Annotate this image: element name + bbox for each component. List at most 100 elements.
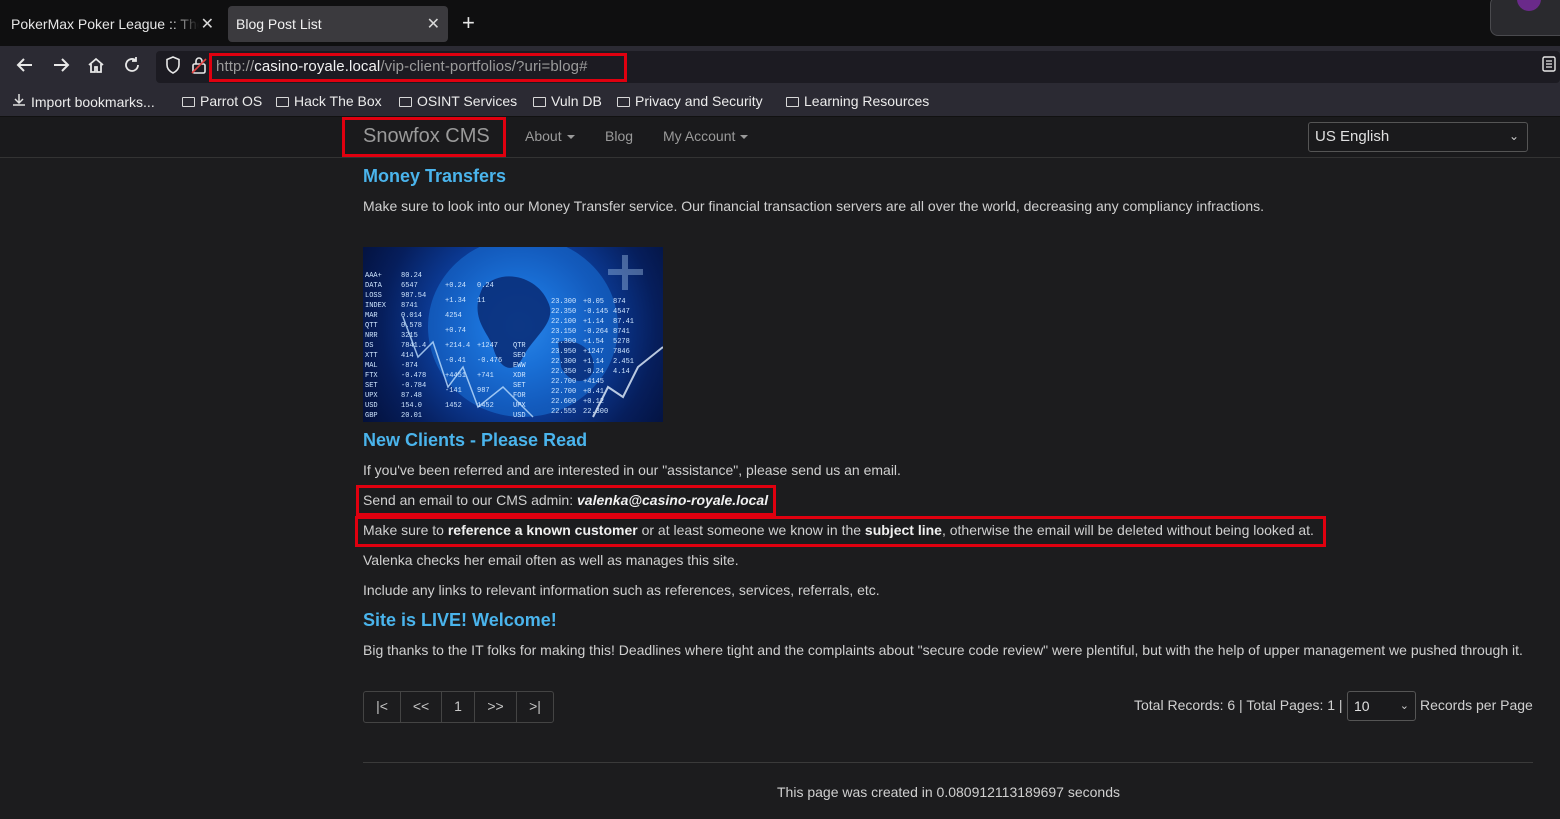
chevron-down-icon: ⌄ xyxy=(1508,129,1519,143)
language-value: US English xyxy=(1315,128,1390,145)
svg-text:INDEX: INDEX xyxy=(365,302,387,310)
svg-text:SET: SET xyxy=(513,382,526,390)
folder-icon xyxy=(786,97,799,107)
language-select[interactable]: US English ⌄ xyxy=(1308,122,1528,152)
svg-text:-0.784: -0.784 xyxy=(401,382,426,390)
bookmark-osint-services[interactable]: OSINT Services xyxy=(399,93,517,109)
bookmark-label: Parrot OS xyxy=(200,93,263,109)
svg-text:+1.54: +1.54 xyxy=(583,338,604,346)
nav-my-account[interactable]: My Account xyxy=(663,128,749,144)
nav-about-label: About xyxy=(525,128,562,144)
page-prev-button[interactable]: << xyxy=(401,692,442,722)
svg-text:1452: 1452 xyxy=(445,402,462,410)
page-last-button[interactable]: >| xyxy=(517,692,553,722)
pagination: |< << 1 >> >| xyxy=(363,691,554,723)
svg-text:+1247: +1247 xyxy=(477,342,498,350)
records-per-page-label: Records per Page xyxy=(1420,697,1533,713)
svg-text:8741: 8741 xyxy=(613,328,630,336)
profile-corner[interactable] xyxy=(1490,0,1560,36)
svg-text:DS: DS xyxy=(365,342,373,350)
svg-text:23.300: 23.300 xyxy=(551,298,576,306)
shield-icon[interactable] xyxy=(162,56,184,78)
svg-text:22.100: 22.100 xyxy=(551,318,576,326)
svg-text:154.0: 154.0 xyxy=(401,402,422,410)
svg-text:UPX: UPX xyxy=(365,392,378,400)
bookmark-learning-resources[interactable]: Learning Resources xyxy=(786,93,929,109)
nav-blog[interactable]: Blog xyxy=(605,128,633,144)
svg-text:7846: 7846 xyxy=(613,348,630,356)
page-1-button[interactable]: 1 xyxy=(442,692,475,722)
svg-text:-0.41: -0.41 xyxy=(445,357,466,365)
svg-text:+1.14: +1.14 xyxy=(583,318,604,326)
svg-text:XTT: XTT xyxy=(365,352,378,360)
svg-text:QTR: QTR xyxy=(513,342,526,350)
bookmark-label: Import bookmarks... xyxy=(31,93,155,110)
svg-text:+1.14: +1.14 xyxy=(583,358,604,366)
arrow-right-icon[interactable] xyxy=(50,56,72,78)
bookmark-privacy-security[interactable]: Privacy and Security xyxy=(617,93,763,109)
page-first-button[interactable]: |< xyxy=(364,692,401,722)
folder-icon xyxy=(182,97,195,107)
post-line: Valenka checks her email often as well a… xyxy=(363,552,739,568)
annotation-box-subject xyxy=(355,516,1326,547)
new-tab-plus-icon[interactable]: + xyxy=(462,12,475,34)
svg-text:+741: +741 xyxy=(477,372,494,380)
home-icon[interactable] xyxy=(85,56,107,78)
lock-insecure-icon[interactable] xyxy=(188,56,210,78)
svg-text:4.14: 4.14 xyxy=(613,368,630,376)
records-summary: Total Records: 6 | Total Pages: 1 | xyxy=(1134,697,1343,713)
svg-text:0.578: 0.578 xyxy=(401,322,422,330)
svg-text:874: 874 xyxy=(613,298,626,306)
post-line: Include any links to relevant informatio… xyxy=(363,582,880,598)
svg-text:-0.264: -0.264 xyxy=(583,328,608,336)
svg-text:+0.24: +0.24 xyxy=(445,282,466,290)
tab-pokermax[interactable]: PokerMax Poker League :: The Ultimate Po… xyxy=(2,6,222,42)
post-body: Big thanks to the IT folks for making th… xyxy=(363,642,1523,658)
svg-text:XDR: XDR xyxy=(513,372,526,380)
svg-text:-0.145: -0.145 xyxy=(583,308,608,316)
tab-title: PokerMax Poker League :: The Ultimate Po… xyxy=(11,16,199,32)
svg-text:11: 11 xyxy=(477,297,485,305)
close-icon[interactable]: ✕ xyxy=(427,14,440,34)
svg-text:SEO: SEO xyxy=(513,352,526,360)
annotation-box-email xyxy=(356,485,776,516)
svg-text:23.950: 23.950 xyxy=(551,348,576,356)
post-title-money-transfers[interactable]: Money Transfers xyxy=(363,166,506,187)
arrow-left-icon[interactable] xyxy=(14,56,36,78)
bookmark-label: Learning Resources xyxy=(804,93,930,109)
svg-text:4547: 4547 xyxy=(613,308,630,316)
bookmark-vuln-db[interactable]: Vuln DB xyxy=(533,93,602,109)
chevron-down-icon: ⌄ xyxy=(1399,700,1409,712)
svg-text:+4145: +4145 xyxy=(583,378,604,386)
bookmarks-toolbar: Import bookmarks... Parrot OS Hack The B… xyxy=(0,88,1560,117)
svg-text:-874: -874 xyxy=(401,362,418,370)
svg-text:-0.476: -0.476 xyxy=(477,357,502,365)
svg-text:AAA+: AAA+ xyxy=(365,272,382,280)
post-title-new-clients[interactable]: New Clients - Please Read xyxy=(363,430,587,451)
folder-icon xyxy=(399,97,412,107)
svg-text:-0.478: -0.478 xyxy=(401,372,426,380)
reader-view-icon[interactable] xyxy=(1538,56,1560,78)
svg-text:USD: USD xyxy=(365,402,378,410)
page-next-button[interactable]: >> xyxy=(475,692,517,722)
finance-globe-image: AAA+ DATA LOSS INDEX MAR QTT NRR DS XTT MAL FTX SET… xyxy=(363,247,663,422)
tab-blog-post-list[interactable]: Blog Post List ✕ xyxy=(228,6,448,42)
caret-down-icon xyxy=(566,135,575,140)
records-per-page-select[interactable]: 10 ⌄ xyxy=(1347,691,1416,721)
post-title-site-live[interactable]: Site is LIVE! Welcome! xyxy=(363,610,557,631)
annotation-box-url xyxy=(209,53,627,82)
svg-text:22.300: 22.300 xyxy=(551,358,576,366)
bookmark-import[interactable]: Import bookmarks... xyxy=(12,93,155,110)
svg-text:6547: 6547 xyxy=(401,282,418,290)
svg-text:SET: SET xyxy=(365,382,378,390)
nav-about[interactable]: About xyxy=(525,128,575,144)
folder-icon xyxy=(533,97,546,107)
svg-text:-141: -141 xyxy=(445,387,462,395)
svg-text:QTT: QTT xyxy=(365,322,378,330)
bookmark-parrot-os[interactable]: Parrot OS xyxy=(182,93,262,109)
close-icon[interactable]: ✕ xyxy=(201,14,214,34)
svg-text:DATA: DATA xyxy=(365,282,383,290)
bookmark-hack-the-box[interactable]: Hack The Box xyxy=(276,93,382,109)
svg-text:22.300: 22.300 xyxy=(551,338,576,346)
reload-icon[interactable] xyxy=(121,56,143,78)
